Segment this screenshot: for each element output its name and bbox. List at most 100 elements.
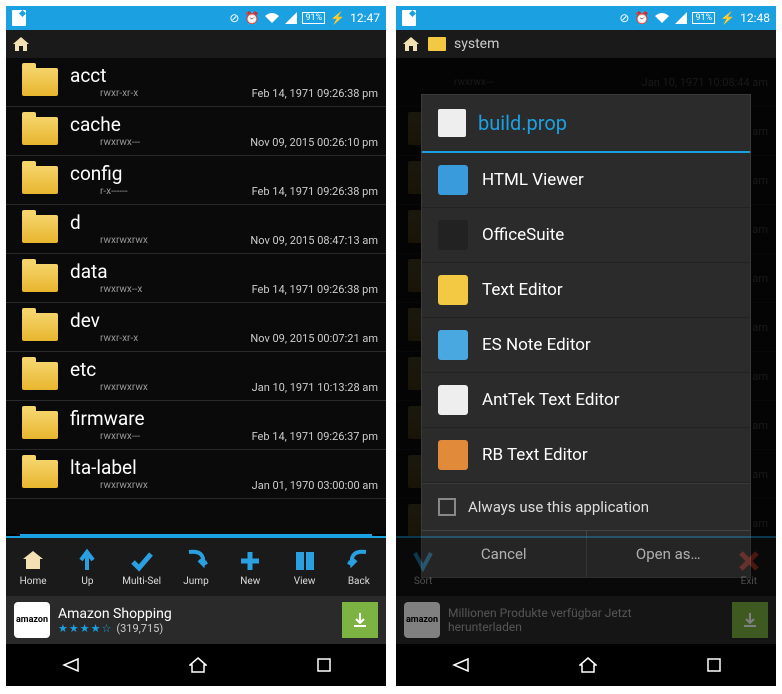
download-icon[interactable]: [732, 602, 768, 638]
file-permissions: rwxr-xr-x: [100, 88, 138, 99]
toolbar-multi-sel[interactable]: Multi-Sel: [115, 538, 169, 596]
toolbar-home[interactable]: Home: [6, 538, 60, 596]
signal-icon: [285, 12, 297, 24]
ad-line2: herunterladen: [448, 620, 724, 634]
back-button[interactable]: [60, 657, 80, 673]
ad-banner[interactable]: amazon Amazon Shopping ★★★★☆ (319,715): [6, 596, 386, 644]
list-item[interactable]: firmware rwxrwx--- Feb 14, 1971 09:26:37…: [6, 401, 386, 450]
list-item[interactable]: etc rwxrwxrwx Jan 10, 1971 10:13:28 am: [6, 352, 386, 401]
ad-line1: Millionen Produkte verfügbar Jetzt: [448, 606, 724, 620]
charge-icon: ⚡: [720, 11, 735, 25]
home-button[interactable]: [579, 657, 597, 673]
home-icon[interactable]: [402, 36, 420, 52]
toolbar-view[interactable]: View: [277, 538, 331, 596]
file-permissions: rwxrwx---: [100, 137, 140, 148]
ad-banner[interactable]: amazon Millionen Produkte verfügbar Jetz…: [396, 596, 776, 644]
file-permissions: rwxrwxrwx: [100, 235, 148, 246]
file-date: Nov 09, 2015 08:47:13 am: [250, 234, 378, 247]
ad-brand-icon: amazon: [404, 602, 440, 638]
toolbar-dimmed: [667, 538, 721, 596]
do-not-disturb-icon: ⊘: [229, 11, 239, 25]
file-date: Feb 14, 1971 09:26:37 pm: [252, 430, 378, 443]
list-item[interactable]: config r-x------ Feb 14, 1971 09:26:38 p…: [6, 156, 386, 205]
breadcrumb[interactable]: system: [454, 36, 499, 52]
dialog-title: build.prop: [478, 111, 567, 135]
dialog-overlay: build.prop HTML Viewer OfficeSuite Text Ed…: [396, 58, 776, 596]
recent-button[interactable]: [706, 657, 722, 673]
ad-rating: ★★★★☆ (319,715): [58, 622, 334, 635]
checkbox-label: Always use this application: [468, 498, 649, 516]
file-icon: [438, 109, 466, 137]
toolbar-dimmed: [505, 538, 559, 596]
app-icon: [438, 385, 468, 415]
toolbar-dimmed: Exit: [722, 538, 776, 596]
file-name: config: [70, 163, 378, 185]
app-name: ES Note Editor: [482, 335, 591, 355]
battery-icon: 91%: [302, 12, 325, 24]
view-icon: [292, 548, 318, 574]
file-name: cache: [70, 114, 378, 136]
ad-title: Amazon Shopping: [58, 606, 334, 622]
file-name: dev: [70, 310, 378, 332]
file-date: Feb 14, 1971 09:26:38 pm: [252, 87, 378, 100]
alarm-icon: ⏰: [244, 11, 259, 25]
jump-icon: [183, 548, 209, 574]
folder-icon: [22, 166, 58, 194]
file-permissions: r-x------: [100, 186, 128, 197]
toolbar-new[interactable]: New: [223, 538, 277, 596]
wifi-icon: [264, 12, 280, 24]
list-item[interactable]: lta-label rwxrwxrwx Jan 01, 1970 03:00:0…: [6, 450, 386, 499]
toolbar-dimmed: [613, 538, 667, 596]
always-use-row[interactable]: Always use this application: [422, 483, 750, 530]
toolbar-up[interactable]: Up: [60, 538, 114, 596]
note-icon: [402, 10, 416, 26]
file-name: firmware: [70, 408, 378, 430]
list-item[interactable]: cache rwxrwx--- Nov 09, 2015 00:26:10 pm: [6, 107, 386, 156]
app-icon: [438, 275, 468, 305]
list-item[interactable]: dev rwxr-xr-x Nov 09, 2015 00:07:21 am: [6, 303, 386, 352]
nav-bar: [396, 644, 776, 686]
app-header: [6, 30, 386, 58]
file-name: data: [70, 261, 378, 283]
open-with-dialog: build.prop HTML Viewer OfficeSuite Text Ed…: [421, 94, 751, 578]
folder-icon: [22, 411, 58, 439]
folder-icon: [22, 264, 58, 292]
checkbox[interactable]: [438, 498, 456, 516]
battery-icon: 91%: [692, 12, 715, 24]
home-icon: [20, 548, 46, 574]
app-name: OfficeSuite: [482, 225, 564, 245]
file-list[interactable]: acct rwxr-xr-x Feb 14, 1971 09:26:38 pm …: [6, 58, 386, 534]
charge-icon: ⚡: [330, 11, 345, 25]
app-option[interactable]: AntTek Text Editor: [422, 373, 750, 428]
app-name: RB Text Editor: [482, 445, 588, 465]
up-icon: [74, 548, 100, 574]
home-icon[interactable]: [12, 36, 30, 52]
recent-button[interactable]: [316, 657, 332, 673]
folder-icon: [22, 313, 58, 341]
phone-right: ⊘ ⏰ 91% ⚡ 12:48 system rwxrwx--- Jan 10,…: [396, 6, 776, 686]
list-item[interactable]: data rwxrwx--x Feb 14, 1971 09:26:38 pm: [6, 254, 386, 303]
toolbar-jump[interactable]: Jump: [169, 538, 223, 596]
download-icon[interactable]: [342, 602, 378, 638]
list-item[interactable]: d rwxrwxrwx Nov 09, 2015 08:47:13 am: [6, 205, 386, 254]
back-button[interactable]: [450, 657, 470, 673]
folder-icon: [22, 215, 58, 243]
file-date: Jan 10, 1971 10:13:28 am: [252, 381, 378, 394]
app-icon: [438, 165, 468, 195]
dialog-header: build.prop: [422, 95, 750, 153]
file-name: d: [70, 212, 378, 234]
toolbar-back[interactable]: Back: [332, 538, 386, 596]
list-item[interactable]: acct rwxr-xr-x Feb 14, 1971 09:26:38 pm: [6, 58, 386, 107]
app-icon: [438, 330, 468, 360]
toolbar-dimmed: [450, 538, 504, 596]
clock: 12:48: [740, 11, 770, 25]
app-option[interactable]: OfficeSuite: [422, 208, 750, 263]
home-button[interactable]: [189, 657, 207, 673]
app-option[interactable]: HTML Viewer: [422, 153, 750, 208]
file-date: Nov 09, 2015 00:07:21 am: [250, 332, 378, 345]
app-option[interactable]: Text Editor: [422, 263, 750, 318]
app-option[interactable]: RB Text Editor: [422, 428, 750, 483]
file-name: acct: [70, 65, 378, 87]
multi-sel-icon: [129, 548, 155, 574]
app-option[interactable]: ES Note Editor: [422, 318, 750, 373]
